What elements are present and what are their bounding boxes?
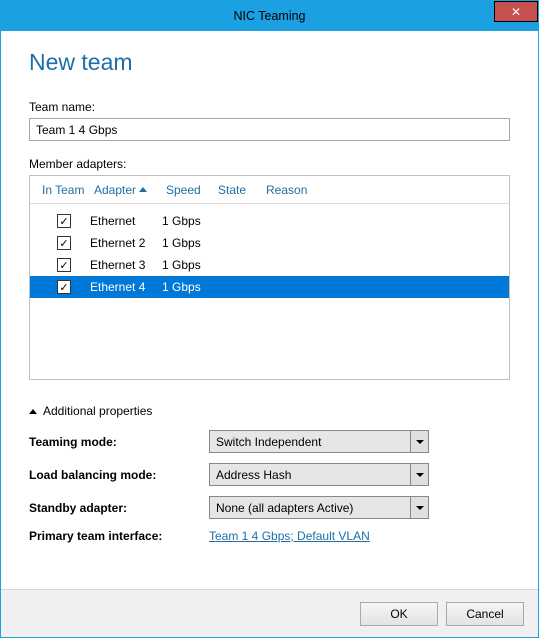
column-speed[interactable]: Speed [162,183,214,197]
grid-header: In Team Adapter Speed State Reason [30,176,509,204]
dropdown-button[interactable] [410,497,428,518]
chevron-down-icon [416,473,424,477]
standby-adapter-label: Standby adapter: [29,501,209,515]
teaming-mode-row: Teaming mode: Switch Independent [29,430,510,453]
table-row[interactable]: ✓ Ethernet1 Gbps [30,210,509,232]
dropdown-button[interactable] [410,431,428,452]
chevron-down-icon [416,440,424,444]
chevron-down-icon [416,506,424,510]
cell-adapter: Ethernet 2 [90,236,162,250]
load-balancing-row: Load balancing mode: Address Hash [29,463,510,486]
cancel-button[interactable]: Cancel [446,602,524,626]
member-adapters-label: Member adapters: [29,157,510,171]
cell-speed: 1 Gbps [162,236,214,250]
additional-properties-toggle[interactable]: Additional properties [29,404,510,418]
dialog-footer: OK Cancel [1,589,538,637]
cell-adapter: Ethernet [90,214,162,228]
table-row[interactable]: ✓ Ethernet 41 Gbps [30,276,509,298]
cell-speed: 1 Gbps [162,214,214,228]
column-adapter[interactable]: Adapter [90,183,162,197]
team-name-input[interactable] [29,118,510,141]
cell-speed: 1 Gbps [162,258,214,272]
cell-speed: 1 Gbps [162,280,214,294]
primary-interface-row: Primary team interface: Team 1 4 Gbps; D… [29,529,510,543]
chevron-up-icon [29,409,37,414]
grid-body: ✓Ethernet1 Gbps✓Ethernet 21 Gbps✓Etherne… [30,204,509,379]
cell-adapter: Ethernet 3 [90,258,162,272]
load-balancing-value: Address Hash [216,468,291,482]
additional-properties-label: Additional properties [43,404,152,418]
ok-button[interactable]: OK [360,602,438,626]
primary-interface-label: Primary team interface: [29,529,209,543]
column-state[interactable]: State [214,183,262,197]
dialog-window: NIC Teaming ✕ New team Team name: Member… [0,0,539,638]
row-checkbox[interactable]: ✓ [57,236,71,250]
teaming-mode-label: Teaming mode: [29,435,209,449]
row-checkbox[interactable]: ✓ [57,258,71,272]
titlebar[interactable]: NIC Teaming ✕ [1,1,538,31]
standby-adapter-row: Standby adapter: None (all adapters Acti… [29,496,510,519]
primary-interface-link[interactable]: Team 1 4 Gbps; Default VLAN [209,529,370,543]
teaming-mode-dropdown[interactable]: Switch Independent [209,430,429,453]
cell-adapter: Ethernet 4 [90,280,162,294]
team-name-label: Team name: [29,100,510,114]
additional-properties: Additional properties Teaming mode: Swit… [29,404,510,553]
close-icon: ✕ [511,5,521,19]
table-row[interactable]: ✓ Ethernet 21 Gbps [30,232,509,254]
window-title: NIC Teaming [233,9,305,23]
load-balancing-label: Load balancing mode: [29,468,209,482]
load-balancing-dropdown[interactable]: Address Hash [209,463,429,486]
row-checkbox[interactable]: ✓ [57,214,71,228]
member-adapters-grid: In Team Adapter Speed State Reason ✓ Ethe… [29,175,510,380]
content-area: New team Team name: Member adapters: In … [1,31,538,589]
column-in-team[interactable]: In Team [38,183,90,197]
row-checkbox[interactable]: ✓ [57,280,71,294]
page-title: New team [29,49,510,76]
standby-adapter-value: None (all adapters Active) [216,501,353,515]
column-reason[interactable]: Reason [262,183,322,197]
teaming-mode-value: Switch Independent [216,435,321,449]
sort-asc-icon [139,187,147,192]
close-button[interactable]: ✕ [494,1,538,22]
standby-adapter-dropdown[interactable]: None (all adapters Active) [209,496,429,519]
dropdown-button[interactable] [410,464,428,485]
table-row[interactable]: ✓ Ethernet 31 Gbps [30,254,509,276]
